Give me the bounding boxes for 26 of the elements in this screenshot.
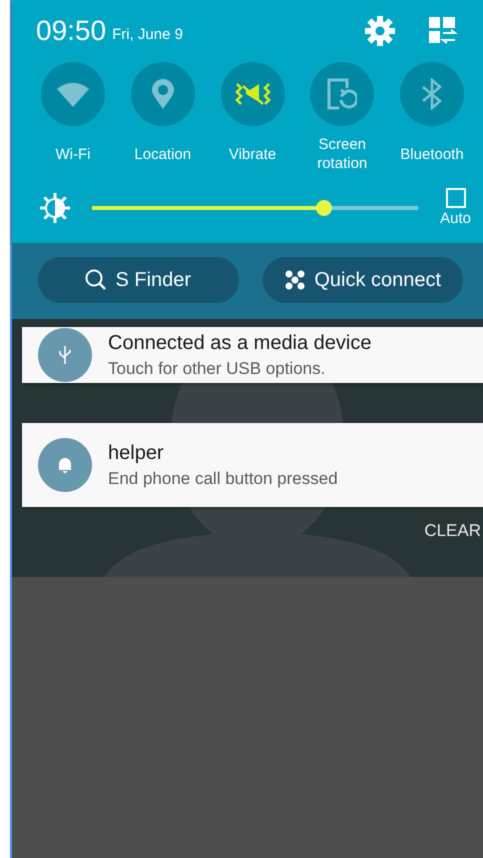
location-pin-icon [152,79,174,109]
network-icon [284,269,306,291]
notification-card[interactable]: helper End phone call button pressed [22,423,483,507]
vibrate-icon [232,80,272,108]
s-finder-button[interactable]: S Finder [38,257,238,303]
slider-thumb[interactable] [316,200,332,216]
notification-text: End phone call button pressed [108,468,338,488]
notification-card[interactable]: Connected as a media device Touch for other USB options. [22,327,483,383]
bell-icon [57,456,73,474]
clock-time: 09:50 [36,15,106,47]
notification-text: Touch for other USB options. [108,358,326,378]
wifi-icon [56,81,90,107]
grid-edit-icon[interactable] [429,17,457,45]
usb-icon [59,346,71,364]
search-icon [85,269,108,291]
bluetooth-icon [421,78,443,110]
settings-icon[interactable] [365,16,395,46]
brightness-icon [40,192,70,222]
auto-checkbox[interactable] [446,188,466,208]
notification-title: Connected as a media device [108,332,372,354]
date-text: Fri, June 9 [112,26,184,42]
clear-button[interactable]: CLEAR [424,521,483,541]
rotation-icon [327,78,358,110]
notification-title: helper [108,442,165,464]
auto-label: Auto [440,210,471,227]
quick-connect-button[interactable]: Quick connect [262,257,463,303]
